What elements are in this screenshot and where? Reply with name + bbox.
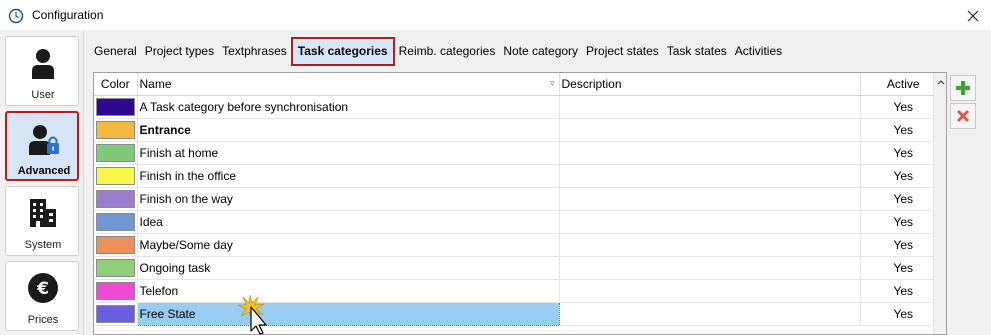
- color-swatch: [96, 213, 135, 231]
- nav-item-advanced[interactable]: Advanced: [5, 111, 79, 181]
- column-header-description[interactable]: Description: [559, 73, 861, 96]
- column-header-color[interactable]: Color: [94, 73, 138, 96]
- tab-general[interactable]: General: [90, 39, 141, 65]
- tab-project-states[interactable]: Project states: [582, 39, 663, 65]
- color-swatch: [96, 282, 135, 300]
- name-cell[interactable]: Ongoing task: [137, 256, 560, 280]
- description-cell[interactable]: [559, 187, 861, 211]
- building-icon: [30, 199, 56, 227]
- color-cell[interactable]: [94, 118, 138, 142]
- column-header-name-label: Name: [139, 76, 172, 91]
- color-swatch: [96, 259, 135, 277]
- user-icon: [32, 49, 54, 79]
- task-categories-grid: Color Name ▿ Description Active A Task c…: [93, 72, 947, 335]
- mouse-cursor-icon: [237, 294, 267, 335]
- remove-icon: [956, 109, 970, 123]
- table-row[interactable]: Maybe/Some day Yes: [94, 233, 946, 257]
- description-cell[interactable]: [559, 95, 861, 119]
- nav-item-user[interactable]: User: [5, 36, 79, 106]
- color-swatch: [96, 121, 135, 139]
- tab-bar: General Project types Textphrases Task c…: [90, 37, 786, 66]
- tab-activities[interactable]: Activities: [731, 39, 786, 65]
- window-title: Configuration: [32, 8, 104, 22]
- user-lock-icon: [29, 125, 59, 155]
- color-cell[interactable]: [94, 95, 138, 119]
- tab-project-types[interactable]: Project types: [141, 39, 218, 65]
- name-cell[interactable]: Finish at home: [137, 141, 560, 165]
- left-nav: User Advanced System € Prices: [0, 31, 84, 335]
- table-row[interactable]: Finish on the way Yes: [94, 187, 946, 211]
- name-cell[interactable]: A Task category before synchronisation: [137, 95, 560, 119]
- description-cell[interactable]: [559, 279, 861, 303]
- color-swatch: [96, 144, 135, 162]
- nav-label-system: System: [24, 239, 62, 251]
- table-row[interactable]: A Task category before synchronisation Ye…: [94, 95, 946, 119]
- main-panel: General Project types Textphrases Task c…: [84, 31, 991, 335]
- description-cell[interactable]: [559, 302, 861, 326]
- name-cell[interactable]: Idea: [137, 210, 560, 234]
- description-cell[interactable]: [559, 256, 861, 280]
- grid-table: Color Name ▿ Description Active A Task c…: [94, 73, 946, 326]
- description-cell[interactable]: [559, 164, 861, 188]
- svg-text:€: €: [36, 279, 49, 299]
- nav-label-prices: Prices: [27, 314, 59, 326]
- euro-icon: €: [28, 273, 58, 303]
- nav-item-prices[interactable]: € Prices: [5, 261, 79, 331]
- table-row[interactable]: Entrance Yes: [94, 118, 946, 142]
- table-row[interactable]: Telefon Yes: [94, 279, 946, 303]
- color-swatch: [96, 167, 135, 185]
- description-cell[interactable]: [559, 233, 861, 257]
- color-swatch: [96, 190, 135, 208]
- title-bar: Configuration: [0, 0, 991, 31]
- description-cell[interactable]: [559, 118, 861, 142]
- name-cell[interactable]: Finish in the office: [137, 164, 560, 188]
- table-row[interactable]: Finish in the office Yes: [94, 164, 946, 188]
- color-cell[interactable]: [94, 210, 138, 234]
- grid-header-row: Color Name ▿ Description Active: [94, 73, 946, 96]
- add-button[interactable]: [950, 75, 976, 101]
- plus-icon: [956, 81, 970, 95]
- name-cell[interactable]: Maybe/Some day: [137, 233, 560, 257]
- tab-note-category[interactable]: Note category: [499, 39, 582, 65]
- table-row[interactable]: Ongoing task Yes: [94, 256, 946, 280]
- color-cell[interactable]: [94, 302, 138, 326]
- color-cell[interactable]: [94, 233, 138, 257]
- vertical-scrollbar[interactable]: [933, 73, 946, 334]
- color-cell[interactable]: [94, 279, 138, 303]
- color-cell[interactable]: [94, 187, 138, 211]
- name-cell[interactable]: Finish on the way: [137, 187, 560, 211]
- nav-label-advanced: Advanced: [17, 165, 71, 177]
- nav-label-user: User: [31, 89, 55, 101]
- tab-textphrases[interactable]: Textphrases: [218, 39, 291, 65]
- close-button[interactable]: [960, 4, 986, 28]
- sort-icon: ▿: [549, 78, 555, 88]
- tab-task-categories[interactable]: Task categories: [290, 37, 395, 66]
- description-cell[interactable]: [559, 210, 861, 234]
- description-cell[interactable]: [559, 141, 861, 165]
- name-cell[interactable]: Free State: [136, 301, 560, 326]
- close-icon: [967, 10, 979, 22]
- column-header-name[interactable]: Name ▿: [137, 73, 560, 96]
- nav-item-system[interactable]: System: [5, 186, 79, 256]
- color-cell[interactable]: [94, 141, 138, 165]
- scroll-up-button[interactable]: [934, 73, 947, 91]
- tab-task-states[interactable]: Task states: [663, 39, 731, 65]
- table-row[interactable]: Finish at home Yes: [94, 141, 946, 165]
- clock-icon: [8, 8, 24, 24]
- color-cell[interactable]: [94, 164, 138, 188]
- color-swatch: [96, 305, 135, 323]
- name-cell[interactable]: Telefon: [137, 279, 560, 303]
- table-row[interactable]: Idea Yes: [94, 210, 946, 234]
- remove-button[interactable]: [950, 103, 976, 129]
- tab-reimb-categories[interactable]: Reimb. categories: [395, 39, 500, 65]
- color-swatch: [96, 236, 135, 254]
- table-row[interactable]: Free State Yes: [94, 301, 946, 326]
- color-cell[interactable]: [94, 256, 138, 280]
- chevron-up-icon: [937, 80, 944, 85]
- name-cell[interactable]: Entrance: [137, 118, 560, 142]
- color-swatch: [96, 98, 135, 116]
